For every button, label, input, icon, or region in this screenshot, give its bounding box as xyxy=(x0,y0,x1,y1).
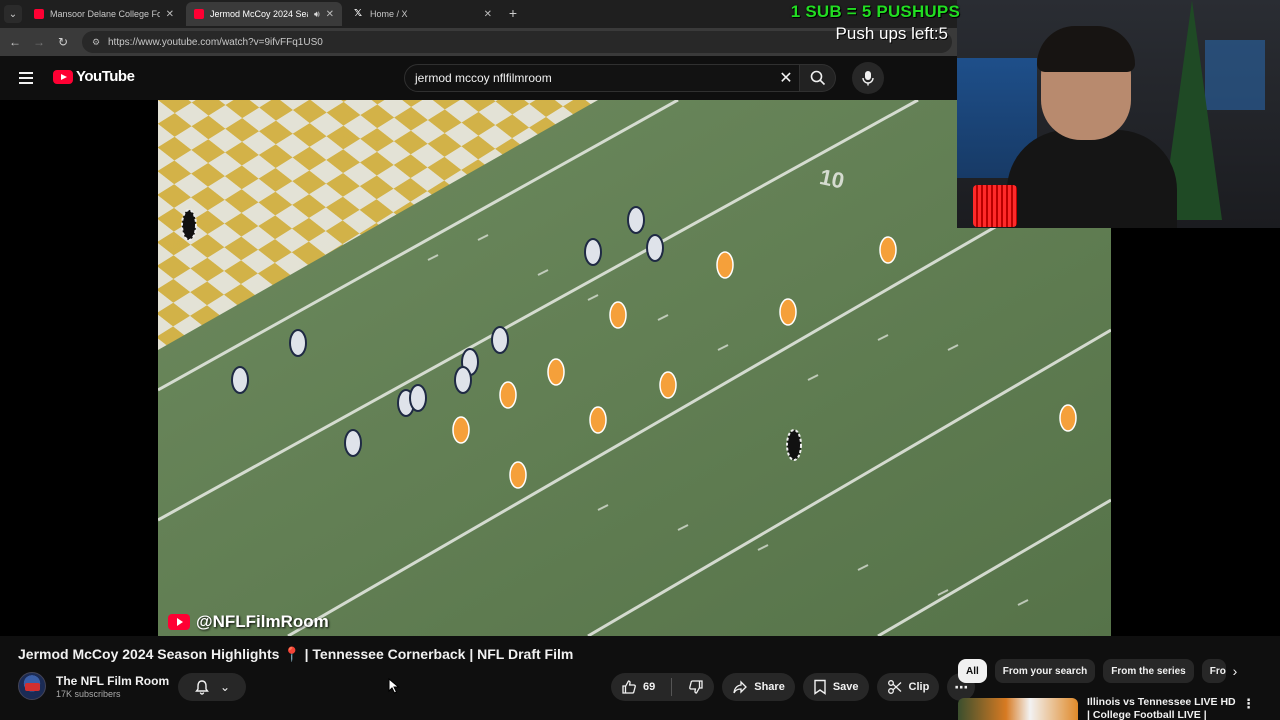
video-title: Jermod McCoy 2024 Season Highlights 📍 | … xyxy=(18,646,574,662)
streamer-webcam xyxy=(957,0,1280,228)
save-button[interactable]: Save xyxy=(802,673,869,701)
clear-search-icon[interactable]: ✕ xyxy=(773,65,799,91)
channel-avatar[interactable] xyxy=(18,672,46,700)
recommended-thumbnail[interactable] xyxy=(958,698,1078,720)
microphone-icon xyxy=(862,71,874,86)
clip-label: Clip xyxy=(908,681,930,693)
svg-text:10: 10 xyxy=(817,164,846,194)
tab-title: Home / X xyxy=(370,9,408,19)
scissors-icon xyxy=(887,680,901,694)
site-info-icon[interactable]: ⚙ xyxy=(90,36,102,48)
youtube-play-logo-icon xyxy=(53,69,73,84)
tab-mansoor-delane[interactable]: Mansoor Delane College Footb ✕ xyxy=(26,2,182,26)
screen: ⌄ Mansoor Delane College Footb ✕ Jermod … xyxy=(0,0,1280,720)
chip-all[interactable]: All xyxy=(958,659,987,683)
new-tab-plus-icon[interactable]: + xyxy=(504,4,522,22)
bookmark-icon xyxy=(814,679,826,695)
recommended-title[interactable]: Illinois vs Tennessee LIVE HD | College … xyxy=(1087,696,1237,720)
tab-close-icon[interactable]: ✕ xyxy=(166,9,174,20)
like-button[interactable]: 69 xyxy=(611,673,665,701)
tab-title: Mansoor Delane College Footb xyxy=(50,9,160,19)
clip-button[interactable]: Clip xyxy=(876,673,940,701)
dislike-button[interactable] xyxy=(678,673,714,701)
youtube-masthead: YouTube jermod mccoy nflfilmroom ✕ xyxy=(0,56,957,100)
tab-jermod-mccoy[interactable]: Jermod McCoy 2024 Season 🔊︎ ✕ xyxy=(186,2,342,26)
chip-from-your-search[interactable]: From your search xyxy=(994,659,1096,683)
chip-from-the-series[interactable]: From the series xyxy=(1103,659,1194,683)
search-button[interactable] xyxy=(800,64,836,92)
chevron-right-icon[interactable]: › xyxy=(1226,662,1244,680)
pushup-challenge-text: 1 SUB = 5 PUSHUPS xyxy=(790,2,960,21)
share-label: Share xyxy=(754,681,785,693)
thumbs-up-icon xyxy=(622,680,636,694)
url-text[interactable]: https://www.youtube.com/watch?v=9ifvFFq1… xyxy=(108,37,323,48)
share-button[interactable]: Share xyxy=(722,673,795,701)
recommended-video[interactable]: Illinois vs Tennessee LIVE HD | College … xyxy=(958,692,1280,720)
channel-name[interactable]: The NFL Film Room xyxy=(56,674,169,688)
youtube-wordmark: YouTube xyxy=(76,68,135,85)
back-arrow-icon[interactable]: ← xyxy=(6,33,24,51)
mouse-cursor-icon xyxy=(388,678,400,694)
kebab-menu-icon[interactable]: ⋮ xyxy=(1242,696,1255,712)
x-favicon-icon: 𝕏 xyxy=(354,8,363,19)
chevron-down-icon: ⌄ xyxy=(219,680,231,694)
youtube-favicon-icon xyxy=(34,9,44,19)
tab-home-x[interactable]: 𝕏 Home / X ✕ xyxy=(346,2,500,26)
pushups-left-counter: Push ups left:5 xyxy=(835,24,948,43)
save-label: Save xyxy=(832,681,859,693)
tab-title: Jermod McCoy 2024 Season xyxy=(210,9,308,19)
youtube-favicon-icon xyxy=(194,9,204,19)
bell-icon xyxy=(195,680,209,695)
tab-close-icon[interactable]: ✕ xyxy=(484,9,492,20)
watermark-handle: @NFLFilmRoom xyxy=(196,612,329,631)
like-count: 69 xyxy=(643,681,656,693)
hamburger-menu-icon[interactable] xyxy=(16,68,36,88)
subscriber-count: 17K subscribers xyxy=(56,689,121,699)
forward-arrow-icon[interactable]: → xyxy=(30,33,48,51)
notification-bell-button[interactable]: ⌄ xyxy=(178,673,246,701)
search-icon xyxy=(810,70,825,86)
video-actions: 69 Share Save Clip ⋯ xyxy=(611,673,976,701)
share-arrow-icon xyxy=(733,680,748,694)
voice-search-button[interactable] xyxy=(852,62,884,94)
tab-close-icon[interactable]: ✕ xyxy=(326,9,334,20)
like-dislike-group: 69 xyxy=(611,673,715,701)
tab-search-chevron-icon[interactable]: ⌄ xyxy=(4,5,22,23)
reload-icon[interactable]: ↻ xyxy=(54,33,72,51)
audio-playing-icon[interactable]: 🔊︎ xyxy=(314,9,320,20)
search-query-text[interactable]: jermod mccoy nflfilmroom xyxy=(415,71,773,85)
chip-truncated[interactable]: Fro xyxy=(1201,659,1226,683)
youtube-logo[interactable]: YouTube xyxy=(53,68,135,85)
youtube-logo-icon xyxy=(168,614,190,630)
thumbs-down-icon xyxy=(689,680,703,694)
channel-watermark: @NFLFilmRoom xyxy=(168,612,329,632)
channel-row: The NFL Film Room 17K subscribers ⌄ 69 S… xyxy=(18,672,976,706)
search-input[interactable]: jermod mccoy nflfilmroom ✕ xyxy=(404,64,800,92)
